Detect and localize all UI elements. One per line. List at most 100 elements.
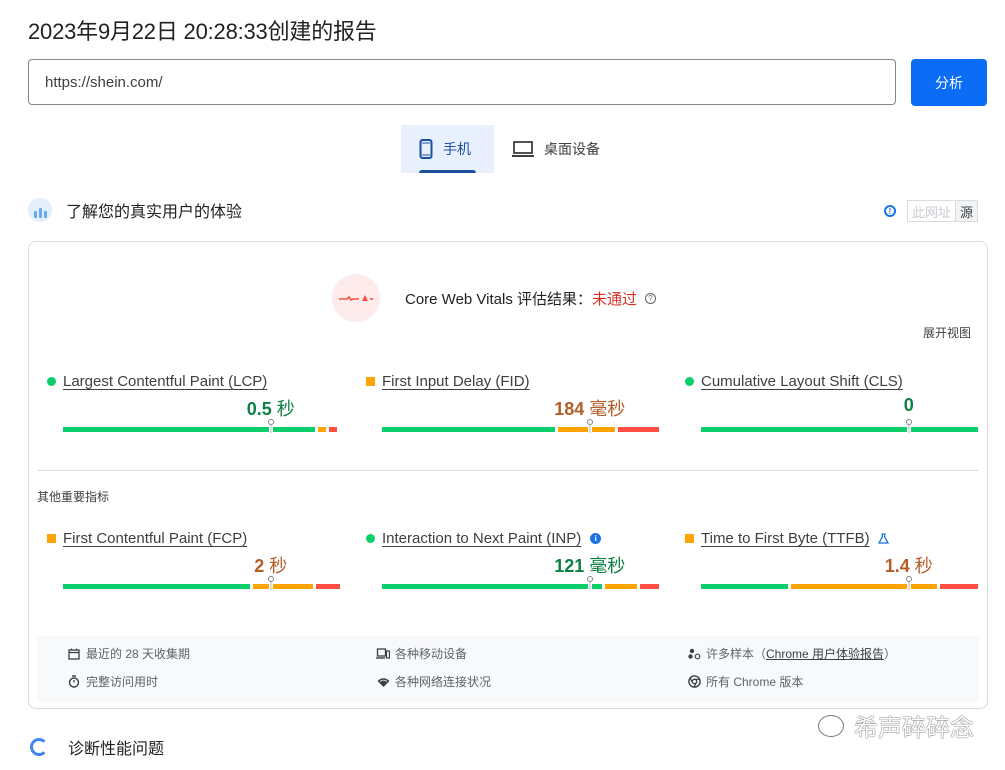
visit-duration-text: 完整访问用时 [86, 675, 159, 689]
distribution-bar [701, 584, 978, 589]
metric-name-link[interactable]: Time to First Byte (TTFB) [701, 530, 870, 547]
metric-value-number: 2 [254, 556, 265, 576]
good-circle-icon [47, 377, 56, 386]
metric-value-unit: 秒 [276, 399, 295, 419]
users-chart-icon [28, 198, 52, 222]
bar-segment-needs-improvement [252, 584, 313, 589]
help-icon[interactable]: ? [645, 292, 657, 304]
visit-duration: 完整访问用时 [67, 673, 158, 690]
metric-header: First Input Delay (FID) [366, 373, 646, 390]
chrome-icon [687, 675, 701, 688]
cwv-assessment: Core Web Vitals 评估结果： 未通过 ? [332, 274, 657, 322]
metric-value-unit: 毫秒 [589, 399, 626, 419]
metric-value-number: 1.4 [884, 556, 910, 576]
loading-spinner-icon [30, 738, 48, 756]
bar-segment-good [63, 584, 250, 589]
metric-lcp: Largest Contentful Paint (LCP) 0.5 秒 [47, 373, 338, 433]
chrome-versions: 所有 Chrome 版本 [687, 673, 803, 690]
crux-link[interactable]: Chrome 用户体验报告 [766, 645, 884, 662]
metric-value-number: 0 [903, 395, 914, 415]
p75-marker [267, 419, 274, 433]
field-data-card: Core Web Vitals 评估结果： 未通过 ? 展开视图 Largest… [28, 241, 988, 709]
metric-value-unit: 秒 [914, 556, 933, 576]
info-icon[interactable]: i [590, 533, 602, 544]
bar-segment-good [382, 584, 602, 589]
metric-name-link[interactable]: First Contentful Paint (FCP) [63, 530, 247, 547]
pulse-fail-icon [332, 274, 380, 322]
watermark-text: 希声碎碎念 [854, 715, 974, 742]
distribution-bar [701, 427, 978, 432]
metric-value-number: 184 [554, 399, 585, 419]
bar-segment-poor [940, 584, 978, 589]
chrome-versions-text: 所有 Chrome 版本 [706, 675, 804, 689]
metric-header: Time to First Byte (TTFB) [685, 530, 965, 547]
metric-name-link[interactable]: Interaction to Next Paint (INP) [382, 530, 581, 547]
cwv-label: Core Web Vitals 评估结果： [405, 290, 592, 308]
info-icon[interactable]: ! [884, 205, 896, 217]
metric-value: 184 毫秒 [554, 395, 625, 421]
good-circle-icon [366, 534, 375, 543]
devices-icon [376, 648, 390, 659]
tab-desktop[interactable]: 桌面设备 [494, 125, 618, 173]
diagnose-section-header: 诊断性能问题 [30, 735, 164, 759]
bar-segment-good [701, 427, 978, 432]
metric-header: First Contentful Paint (FCP) [47, 530, 327, 547]
analyze-button[interactable]: 分析 [911, 59, 987, 106]
bar-segment-poor [315, 584, 340, 589]
good-circle-icon [685, 377, 694, 386]
divider [37, 470, 979, 471]
p75-marker [586, 419, 593, 433]
metric-ttfb: Time to First Byte (TTFB) 1.4 秒 [685, 530, 978, 590]
bar-segment-poor [329, 427, 338, 432]
metric-value: 121 毫秒 [554, 552, 625, 578]
samples-suffix: ） [884, 647, 897, 661]
p75-marker [267, 576, 274, 590]
bar-segment-good [701, 584, 788, 589]
device-tabs: 手机 桌面设备 [401, 125, 618, 173]
metric-name-link[interactable]: First Input Delay (FID) [382, 373, 530, 390]
bar-segment-good [382, 427, 556, 432]
metric-value: 1.4 秒 [885, 552, 933, 578]
tab-desktop-label: 桌面设备 [544, 141, 600, 157]
origin-button[interactable]: 源 [956, 200, 979, 222]
metric-name-link[interactable]: Cumulative Layout Shift (CLS) [701, 373, 903, 390]
tab-mobile[interactable]: 手机 [401, 125, 494, 173]
timer-icon [67, 675, 81, 688]
expand-view-link[interactable]: 展开视图 [923, 324, 971, 341]
bar-segment-good [63, 427, 316, 432]
metric-value-unit: 毫秒 [589, 556, 626, 576]
metric-inp: Interaction to Next Paint (INP) i 121 毫秒 [366, 530, 659, 590]
metric-value-number: 0.5 [246, 399, 272, 419]
other-metrics-label: 其他重要指标 [37, 490, 110, 504]
metric-value: 0.5 秒 [247, 395, 295, 421]
bar-segment-needs-improvement [604, 584, 638, 589]
metric-fid: First Input Delay (FID) 184 毫秒 [366, 373, 659, 433]
tab-mobile-label: 手机 [443, 141, 471, 157]
p75-marker [905, 576, 912, 590]
field-data-header: 了解您的真实用户的体验 [28, 198, 242, 222]
flask-icon[interactable] [877, 533, 889, 544]
wechat-icon [818, 714, 844, 737]
laptop-icon [512, 141, 534, 157]
metric-value-unit: 秒 [269, 556, 288, 576]
report-title: 2023年9月22日 20:28:33创建的报告 [28, 19, 377, 44]
wifi-icon [376, 677, 390, 687]
metric-header: Largest Contentful Paint (LCP) [47, 373, 327, 390]
average-square-icon [366, 377, 375, 386]
watermark: 希声碎碎念 [818, 708, 974, 743]
bar-segment-poor [640, 584, 659, 589]
cwv-result: 未通过 [592, 290, 638, 308]
distribution-bar [63, 427, 340, 432]
metric-header: Interaction to Next Paint (INP) i [366, 530, 646, 547]
network-text: 各种网络连接状况 [395, 675, 492, 689]
devices: 各种移动设备 [376, 645, 467, 662]
samples-icon [687, 648, 701, 660]
metric-name-link[interactable]: Largest Contentful Paint (LCP) [63, 373, 267, 390]
calendar-icon [67, 648, 81, 660]
url-input[interactable] [28, 59, 896, 105]
samples: 许多样本（ Chrome 用户体验报告） [687, 645, 896, 662]
p75-marker [905, 419, 912, 433]
this-url-button[interactable]: 此网址 [907, 200, 957, 222]
field-data-title: 了解您的真实用户的体验 [66, 204, 243, 221]
samples-prefix: 许多样本（ [706, 647, 767, 661]
